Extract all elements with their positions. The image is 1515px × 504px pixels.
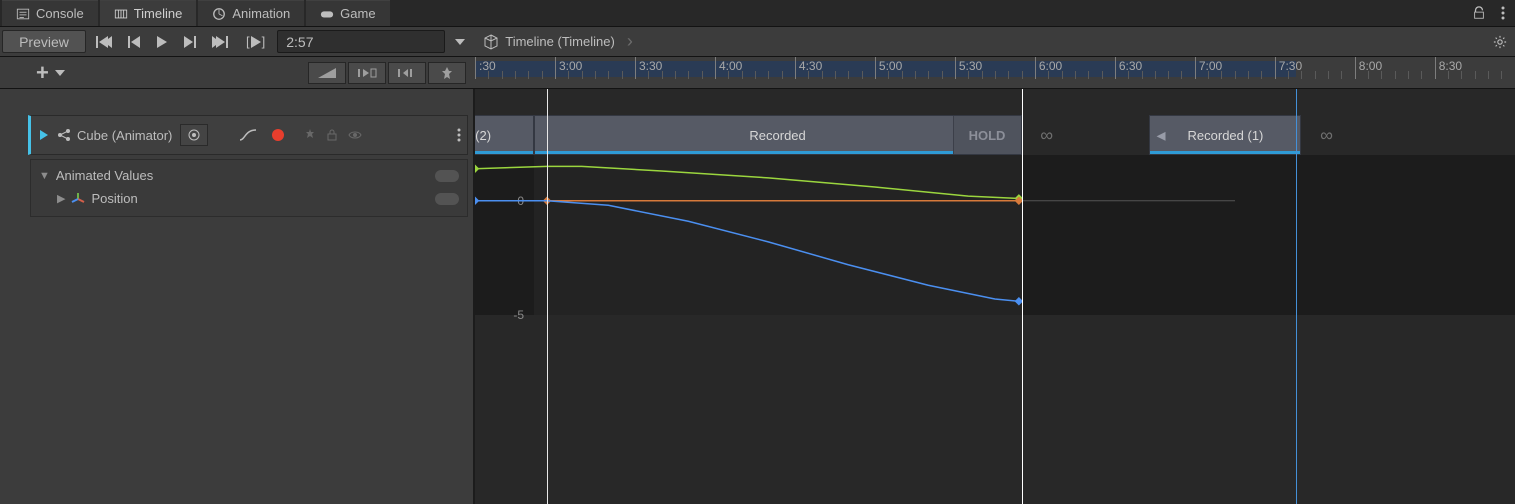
animator-icon bbox=[57, 128, 71, 142]
clip[interactable]: Recorded HOLD bbox=[534, 115, 1022, 155]
clip[interactable]: Recorded (1) ◂ bbox=[1149, 115, 1301, 155]
track-menu-button[interactable] bbox=[457, 128, 461, 142]
play-range-button[interactable]: [] bbox=[236, 27, 275, 56]
track-list-panel: Cube (Animator) ▼ Animated Values bbox=[0, 89, 475, 504]
record-icon bbox=[272, 129, 284, 141]
eye-icon[interactable] bbox=[348, 129, 362, 141]
playhead[interactable] bbox=[547, 89, 548, 504]
tab-game[interactable]: Game bbox=[306, 0, 389, 26]
property-label: Position bbox=[91, 191, 137, 206]
track-marker-icon bbox=[37, 128, 51, 142]
animation-icon bbox=[212, 7, 226, 21]
goto-end-button[interactable] bbox=[204, 27, 236, 56]
pin-icon[interactable] bbox=[304, 129, 316, 141]
clip[interactable]: d (2)◂ bbox=[475, 115, 534, 155]
record-button[interactable] bbox=[268, 124, 288, 146]
value-pill[interactable] bbox=[435, 193, 459, 205]
animated-values-header[interactable]: ▼ Animated Values bbox=[31, 164, 467, 187]
animated-values-label: Animated Values bbox=[56, 168, 153, 183]
gear-icon bbox=[1493, 34, 1507, 50]
game-icon bbox=[320, 7, 334, 21]
current-time-value: 2:57 bbox=[286, 34, 313, 50]
preview-label: Preview bbox=[19, 34, 69, 50]
time-dropdown-button[interactable] bbox=[447, 27, 473, 56]
foldout-arrow-icon: ▶ bbox=[57, 192, 65, 205]
transform-icon bbox=[71, 192, 85, 206]
track-toggle-group bbox=[304, 129, 362, 141]
add-track-button[interactable]: + bbox=[30, 60, 71, 86]
play-button[interactable] bbox=[148, 27, 176, 56]
timeline-subbar: + :303:003:304:004:305:005:306:006:307:0… bbox=[0, 57, 1515, 89]
replace-mode-button[interactable] bbox=[388, 62, 426, 84]
animated-values-panel: ▼ Animated Values ▶ Position bbox=[30, 159, 468, 217]
settings-button[interactable] bbox=[1485, 27, 1515, 56]
chevron-right-icon: › bbox=[627, 31, 633, 52]
keyframe[interactable] bbox=[475, 196, 479, 204]
mix-mode-button[interactable] bbox=[308, 62, 346, 84]
breadcrumb-label: Timeline (Timeline) bbox=[505, 34, 615, 49]
track-header[interactable]: Cube (Animator) bbox=[28, 115, 468, 155]
range-end-marker[interactable] bbox=[1022, 89, 1023, 504]
timeline-toolbar: Preview [] 2:57 Timeline (Timeline) › bbox=[0, 27, 1515, 57]
cube-icon bbox=[483, 34, 499, 50]
keyframe[interactable] bbox=[475, 164, 479, 172]
loop-icon: ∞ bbox=[1040, 125, 1053, 146]
lock-small-icon[interactable] bbox=[326, 129, 338, 141]
timeline-content[interactable]: d (2)◂ Recorded HOLD Recorded (1) ◂ ∞ ∞ 0-5 bbox=[475, 89, 1515, 504]
timeline-icon bbox=[114, 7, 128, 21]
prev-frame-button[interactable] bbox=[120, 27, 148, 56]
time-ruler[interactable]: :303:003:304:004:305:005:306:006:307:007… bbox=[475, 57, 1515, 88]
tab-console[interactable]: Console bbox=[2, 0, 98, 26]
kebab-icon[interactable] bbox=[1491, 0, 1515, 26]
curve-button[interactable] bbox=[236, 124, 260, 146]
timeline-breadcrumb[interactable]: Timeline (Timeline) › bbox=[473, 27, 1485, 56]
editor-tabstrip: Console Timeline Animation Game bbox=[0, 0, 1515, 27]
curve-area[interactable]: 0-5 bbox=[475, 155, 1515, 315]
lock-icon[interactable] bbox=[1467, 0, 1491, 26]
clip-label: Recorded bbox=[749, 128, 805, 143]
clip-in-icon: ◂ bbox=[1156, 125, 1165, 146]
clip-hold-region: HOLD bbox=[953, 116, 1021, 154]
tab-animation-label: Animation bbox=[232, 6, 290, 21]
clip-label: d (2) bbox=[475, 128, 491, 143]
ripple-mode-button[interactable] bbox=[348, 62, 386, 84]
preview-button[interactable]: Preview bbox=[2, 30, 86, 53]
property-row-position[interactable]: ▶ Position bbox=[31, 187, 467, 210]
track-name: Cube (Animator) bbox=[77, 128, 172, 143]
foldout-arrow-icon: ▼ bbox=[39, 170, 50, 182]
current-time-field[interactable]: 2:57 bbox=[277, 30, 445, 53]
tab-game-label: Game bbox=[340, 6, 375, 21]
console-icon bbox=[16, 7, 30, 21]
pin-button[interactable] bbox=[428, 62, 466, 84]
loop-icon: ∞ bbox=[1320, 125, 1333, 146]
tab-timeline[interactable]: Timeline bbox=[100, 0, 197, 26]
goto-start-button[interactable] bbox=[88, 27, 120, 56]
curve-Position.y[interactable] bbox=[475, 166, 1019, 198]
range-blue-marker[interactable] bbox=[1296, 89, 1297, 504]
clip-label: Recorded (1) bbox=[1188, 128, 1264, 143]
curve-Position.z[interactable] bbox=[475, 201, 1019, 302]
edit-mode-buttons bbox=[307, 62, 475, 84]
tab-timeline-label: Timeline bbox=[134, 6, 183, 21]
track-binding-button[interactable] bbox=[180, 124, 208, 146]
tab-console-label: Console bbox=[36, 6, 84, 21]
value-pill[interactable] bbox=[435, 170, 459, 182]
tab-animation[interactable]: Animation bbox=[198, 0, 304, 26]
next-frame-button[interactable] bbox=[176, 27, 204, 56]
